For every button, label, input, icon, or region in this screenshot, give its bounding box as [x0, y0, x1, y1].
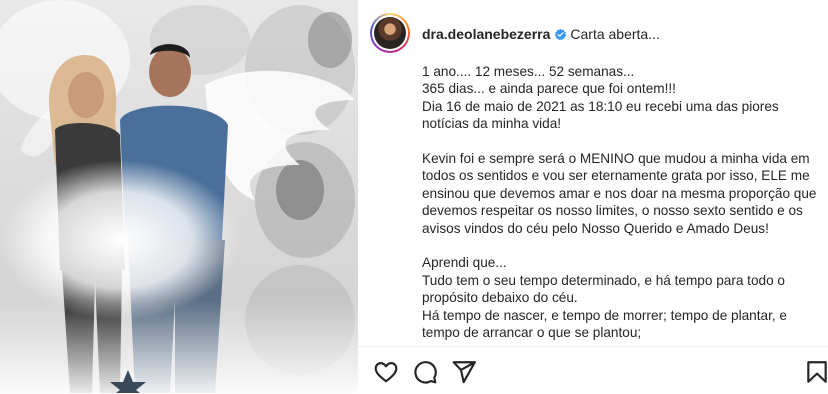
- post-action-bar: [358, 346, 828, 394]
- comment-button[interactable]: [412, 359, 438, 385]
- caption-line: 1 ano.... 12 meses... 52 semanas...: [422, 64, 635, 79]
- caption-line: Tudo tem o seu tempo determinado, e há t…: [422, 272, 785, 306]
- verified-badge-icon: [555, 28, 567, 41]
- comment-icon: [414, 361, 437, 384]
- caption-line: Dia 16 de maio de 2021 as 18:10 eu receb…: [422, 98, 779, 132]
- username-link[interactable]: dra.deolanebezerra: [422, 26, 550, 42]
- caption-text: 1 ano.... 12 meses... 52 semanas... 365 …: [422, 63, 822, 341]
- caption-title: Carta aberta...: [570, 26, 660, 42]
- caption-line: 365 dias... e ainda parece que foi ontem…: [422, 81, 676, 97]
- avatar[interactable]: [370, 13, 410, 53]
- profile-photo: [374, 17, 406, 49]
- post-image[interactable]: [0, 0, 358, 393]
- share-button[interactable]: [451, 359, 477, 385]
- heart-icon: [374, 362, 398, 383]
- like-button[interactable]: [373, 359, 399, 385]
- post-image-illustration: [0, 0, 358, 393]
- caption-line: Aprendi que...: [422, 255, 507, 271]
- share-icon: [452, 361, 476, 384]
- post-detail-panel: dra.deolanebezerra Carta aberta... 1 ano…: [358, 0, 828, 393]
- bookmark-icon: [807, 361, 827, 383]
- avatar-image: [372, 15, 408, 51]
- caption-header: dra.deolanebezerra Carta aberta...: [422, 25, 660, 43]
- caption-line: Kevin foi e sempre será o MENINO que mud…: [422, 151, 817, 236]
- save-button[interactable]: [804, 359, 828, 385]
- caption-line: Há tempo de nascer, e tempo de morrer; t…: [422, 307, 787, 341]
